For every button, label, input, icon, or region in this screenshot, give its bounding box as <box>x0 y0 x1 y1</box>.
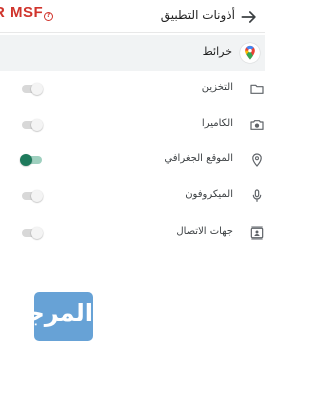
permission-row-contacts[interactable]: جهات الاتصال <box>0 216 265 250</box>
permission-row-camera[interactable]: الكاميرا <box>0 108 265 142</box>
camera-toggle[interactable] <box>21 119 43 131</box>
arrow-forward-icon[interactable] <box>239 7 259 27</box>
location-pin-icon <box>252 153 262 167</box>
app-header: خرائط <box>0 35 265 71</box>
almrj3-logo: المرجع <box>11 292 94 341</box>
watermark-text: R MSF <box>0 4 44 21</box>
microphone-toggle[interactable] <box>21 190 43 202</box>
permission-label: جهات الاتصال <box>176 226 233 237</box>
contacts-toggle[interactable] <box>21 227 43 239</box>
permission-label: الميكروفون <box>185 189 233 200</box>
logo-text: المرجع <box>11 299 94 327</box>
watermark-badge: ? <box>44 12 53 21</box>
permission-label: الكاميرا <box>201 118 233 129</box>
app-name: خرائط <box>202 45 232 58</box>
permission-row-location[interactable]: الموقع الجغرافي <box>0 143 265 177</box>
permission-label: الموقع الجغرافي <box>164 153 233 164</box>
storage-toggle[interactable] <box>21 83 43 95</box>
microphone-icon <box>252 189 262 202</box>
camera-icon <box>250 120 264 130</box>
page-title: أذونات التطبيق <box>160 8 235 22</box>
permission-row-storage[interactable]: التخزين <box>0 72 265 106</box>
google-maps-icon <box>240 43 260 63</box>
contacts-icon <box>250 226 264 240</box>
top-app-bar: R MSF ? أذونات التطبيق <box>0 0 265 33</box>
location-toggle[interactable] <box>20 154 43 166</box>
folder-icon <box>250 84 264 94</box>
permission-row-microphone[interactable]: الميكروفون <box>0 179 265 213</box>
permission-label: التخزين <box>201 82 233 93</box>
